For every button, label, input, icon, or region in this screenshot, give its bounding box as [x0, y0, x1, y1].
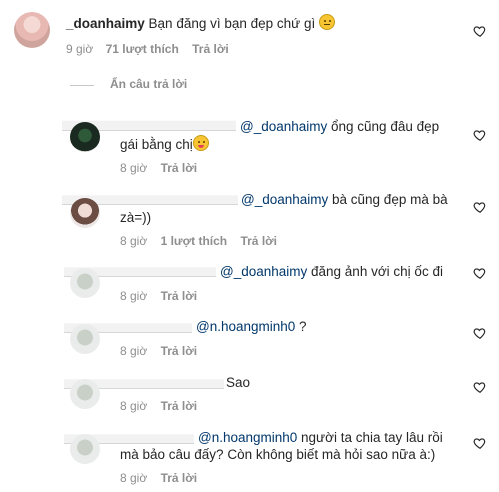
- avatar[interactable]: [70, 379, 100, 409]
- reply-text: Sao: [226, 375, 251, 390]
- reply-text: gái bằng chị: [120, 137, 193, 152]
- avatar[interactable]: [70, 434, 100, 464]
- reply-meta: 8 giờ Trả lời: [120, 471, 197, 485]
- reply-line-1: @_doanhaimy ổng cũng đâu đẹp: [240, 117, 439, 136]
- mention-link[interactable]: @_doanhaimy: [220, 264, 307, 279]
- reply-meta: 8 giờ 1 lượt thích Trả lời: [120, 234, 277, 248]
- reply-meta: 8 giờ Trả lời: [120, 289, 197, 303]
- slight-smile-emoji-icon: [318, 14, 335, 30]
- reply-line-1: @n.hoangminh0 ?: [196, 317, 307, 336]
- reply-time[interactable]: 8 giờ: [120, 471, 147, 485]
- comment-time[interactable]: 9 giờ: [66, 42, 93, 56]
- reply-text: bà cũng đẹp mà bà: [328, 192, 448, 207]
- heart-outline-icon[interactable]: [473, 24, 487, 38]
- reply-text: ổng cũng đâu đẹp: [327, 119, 440, 134]
- heart-outline-icon[interactable]: [473, 266, 487, 280]
- comment-meta: 9 giờ 71 lượt thích Trả lời: [66, 42, 229, 56]
- comment-text: Bạn đăng vì bạn đẹp chứ gì: [148, 16, 316, 31]
- comment-username[interactable]: _doanhaimy: [66, 16, 145, 31]
- reply-time[interactable]: 8 giờ: [120, 399, 147, 413]
- reply-meta: 8 giờ Trả lời: [120, 344, 197, 358]
- hide-replies-divider: [70, 85, 94, 86]
- reply-time[interactable]: 8 giờ: [120, 234, 147, 248]
- reply-line-1: Sao: [226, 373, 250, 392]
- heart-outline-icon[interactable]: [473, 380, 487, 394]
- heart-outline-icon[interactable]: [473, 128, 487, 142]
- reply-line-2: gái bằng chị: [120, 135, 209, 154]
- hide-replies-button[interactable]: Ẩn câu trả lời: [110, 77, 187, 91]
- comment-likes[interactable]: 71 lượt thích: [106, 42, 179, 56]
- reply-time[interactable]: 8 giờ: [120, 344, 147, 358]
- mention-link[interactable]: @_doanhaimy: [240, 119, 327, 134]
- reply-time[interactable]: 8 giờ: [120, 289, 147, 303]
- reply-line-1: @_doanhaimy đăng ảnh với chị ốc đi: [220, 262, 443, 281]
- reply-button[interactable]: Trả lời: [161, 399, 198, 413]
- reply-button[interactable]: Trả lời: [161, 471, 198, 485]
- avatar[interactable]: [70, 122, 100, 152]
- reply-text: ?: [295, 319, 307, 334]
- heart-outline-icon[interactable]: [473, 326, 487, 340]
- mention-link[interactable]: @n.hoangminh0: [198, 430, 297, 445]
- avatar[interactable]: [70, 198, 100, 228]
- reply-time[interactable]: 8 giờ: [120, 161, 147, 175]
- reply-text: người ta chia tay lâu rồi: [297, 430, 443, 445]
- avatar[interactable]: [14, 12, 50, 48]
- reply-button[interactable]: Trả lời: [161, 161, 198, 175]
- reply-likes[interactable]: 1 lượt thích: [161, 234, 228, 248]
- reply-line-2: mà bảo câu đấy? Còn không biết mà hỏi sa…: [120, 447, 436, 462]
- comment-body: _doanhaimy Bạn đăng vì bạn đẹp chứ gì: [66, 14, 335, 33]
- mention-link[interactable]: @n.hoangminh0: [196, 319, 295, 334]
- reply-meta: 8 giờ Trả lời: [120, 161, 197, 175]
- reply-line-2: zà=)): [120, 210, 152, 225]
- reply-button[interactable]: Trả lời: [192, 42, 229, 56]
- reply-button[interactable]: Trả lời: [240, 234, 277, 248]
- reply-button[interactable]: Trả lời: [161, 344, 198, 358]
- avatar[interactable]: [70, 324, 100, 354]
- heart-outline-icon[interactable]: [473, 436, 487, 450]
- reply-text: đăng ảnh với chị ốc đi: [307, 264, 443, 279]
- reply-button[interactable]: Trả lời: [161, 289, 198, 303]
- reply-meta: 8 giờ Trả lời: [120, 399, 197, 413]
- tongue-emoji-icon: [192, 135, 209, 151]
- heart-outline-icon[interactable]: [473, 200, 487, 214]
- reply-line-1: @_doanhaimy bà cũng đẹp mà bà: [241, 190, 448, 209]
- mention-link[interactable]: @_doanhaimy: [241, 192, 328, 207]
- avatar[interactable]: [70, 268, 100, 298]
